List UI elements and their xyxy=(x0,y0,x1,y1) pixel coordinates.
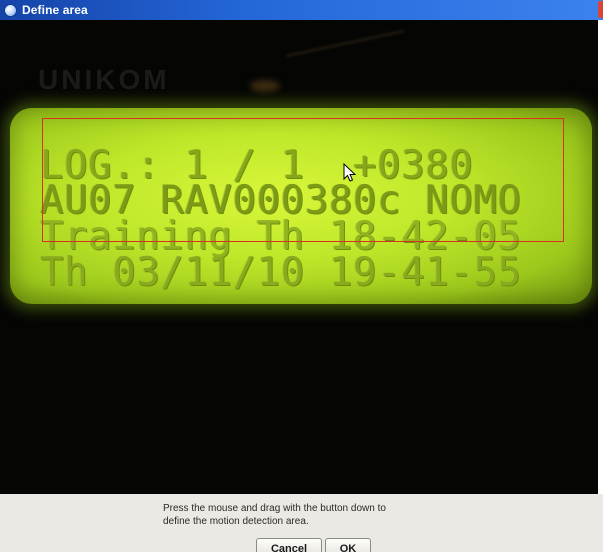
instruction-line-1: Press the mouse and drag with the button… xyxy=(163,503,386,514)
motion-detection-area[interactable] xyxy=(42,118,564,242)
instruction-line-2: define the motion detection area. xyxy=(163,516,309,527)
close-button[interactable] xyxy=(598,1,603,18)
mouse-pointer-icon xyxy=(343,163,357,182)
footer-panel: Press the mouse and drag with the button… xyxy=(0,494,603,552)
app-icon xyxy=(4,3,17,17)
background-streak xyxy=(285,29,405,58)
background-brand-text: UNIKOM xyxy=(38,64,170,95)
title-bar[interactable]: Define area xyxy=(0,0,603,20)
ok-button[interactable]: OK xyxy=(325,538,371,552)
lcd-line-4: Th 03/11/10 19-41-55 xyxy=(40,250,522,295)
instructions-text: Press the mouse and drag with the button… xyxy=(163,502,463,528)
background-smudge xyxy=(250,80,280,92)
window-title: Define area xyxy=(22,3,88,17)
camera-view[interactable]: UNIKOM LOG.: 1 / 1 +0380 AU07 RAV000380c… xyxy=(0,20,598,494)
cancel-button[interactable]: Cancel xyxy=(256,538,322,552)
